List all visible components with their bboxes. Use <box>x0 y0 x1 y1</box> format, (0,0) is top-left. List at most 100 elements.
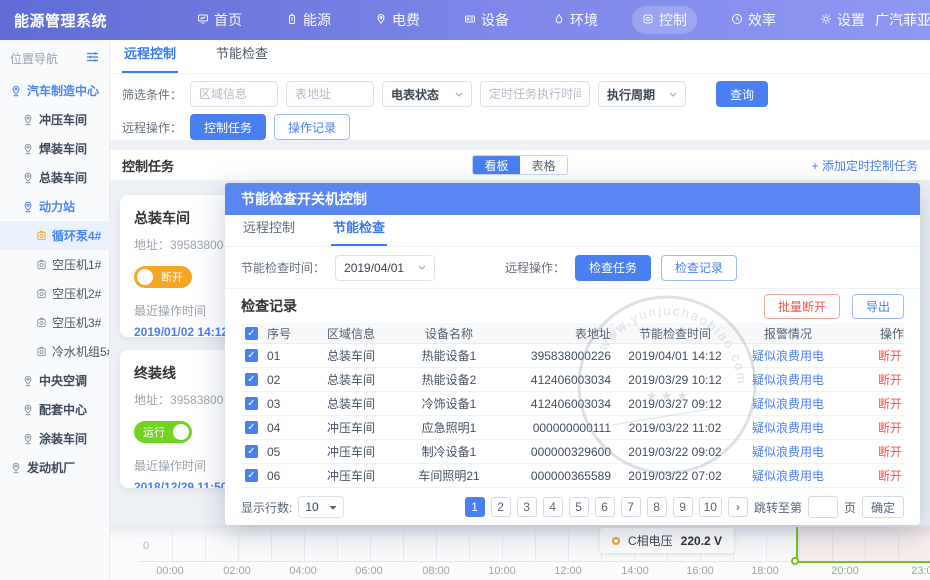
rows-per-page-select[interactable]: 10 <box>298 496 344 518</box>
nav-item-home[interactable]: 首页 <box>187 6 252 34</box>
sidebar-item-compressor-3[interactable]: 空压机3# <box>0 308 109 337</box>
modal-remote-label: 远程操作： <box>505 259 565 276</box>
pagination: 显示行数: 10 1 2 3 4 5 6 7 8 9 10 › 跳转至第 页 确… <box>225 489 920 525</box>
disconnect-action[interactable]: 断开 <box>837 371 904 388</box>
page-button-2[interactable]: 2 <box>491 497 511 517</box>
sidebar-item-engine-plant[interactable]: 发动机厂 <box>0 453 109 482</box>
page-button-7[interactable]: 7 <box>621 497 641 517</box>
row-checkbox[interactable]: ✓ <box>245 445 258 458</box>
page-button-5[interactable]: 5 <box>569 497 589 517</box>
op-record-button[interactable]: 操作记录 <box>274 114 350 140</box>
task-time-input[interactable] <box>480 81 590 107</box>
series-marker-icon <box>612 537 620 545</box>
main-nav: 首页 能源 电费 设备 环境 控制 <box>187 6 875 34</box>
settings-icon <box>820 12 832 28</box>
jump-suffix: 页 <box>844 499 856 516</box>
check-task-button[interactable]: 检查任务 <box>575 255 651 281</box>
page-button-3[interactable]: 3 <box>517 497 537 517</box>
y-axis-zero: 0 <box>143 540 149 552</box>
board-view-button[interactable]: 看板 <box>473 156 520 174</box>
confirm-button[interactable]: 确定 <box>862 496 904 518</box>
modal-tab-energy[interactable]: 节能检查 <box>331 217 387 246</box>
nav-item-environment[interactable]: 环境 <box>543 6 608 34</box>
navbar-right: 广汽菲亚特 <box>875 10 930 30</box>
disconnect-action[interactable]: 断开 <box>837 419 904 436</box>
period-select[interactable]: 执行周期 <box>598 81 686 107</box>
table-row: ✓02 总装车间 热能设备2 412406003034 2019/03/29 1… <box>241 368 904 392</box>
power-toggle-on[interactable]: 运行 <box>134 421 192 443</box>
x-tick: 10:00 <box>488 565 516 577</box>
disconnect-action[interactable]: 断开 <box>837 347 904 364</box>
sidebar-item-compressor-2[interactable]: 空压机2# <box>0 279 109 308</box>
x-tick: 16:00 <box>686 565 714 577</box>
sidebar-item-welding[interactable]: 焊装车间 <box>0 134 109 163</box>
nav-item-control[interactable]: 控制 <box>632 6 697 34</box>
alarm-link[interactable]: 疑似浪费用电 <box>739 395 837 412</box>
jump-page-input[interactable] <box>808 496 838 518</box>
meter-status-select[interactable]: 电表状态 <box>382 81 472 107</box>
page-button-8[interactable]: 8 <box>647 497 667 517</box>
sidebar-item-stamping[interactable]: 冲压车间 <box>0 105 109 134</box>
nav-item-electricity-fee[interactable]: 电费 <box>365 6 430 34</box>
disconnect-action[interactable]: 断开 <box>837 467 904 484</box>
page-button-6[interactable]: 6 <box>595 497 615 517</box>
sidebar-item-circulation-pump-4[interactable]: 循环泵4# <box>0 221 109 250</box>
select-all-checkbox[interactable]: ✓ <box>245 327 258 340</box>
sidebar-item-factory-center[interactable]: 汽车制造中心 <box>0 76 109 105</box>
tab-remote-control[interactable]: 远程控制 <box>122 43 178 73</box>
sidebar-item-support-center[interactable]: 配套中心 <box>0 395 109 424</box>
top-block: 远程控制 节能检查 筛选条件： 电表状态 执行周期 查询 远程操作： 控制任务 … <box>110 40 930 140</box>
table-view-button[interactable]: 表格 <box>520 156 567 174</box>
alarm-link[interactable]: 疑似浪费用电 <box>739 443 837 460</box>
add-scheduled-task-link[interactable]: + 添加定时控制任务 <box>568 157 918 174</box>
tenant-dropdown[interactable]: 广汽菲亚特 <box>875 10 930 30</box>
page-button-9[interactable]: 9 <box>673 497 693 517</box>
batch-disconnect-button[interactable]: 批量断开 <box>764 294 840 319</box>
nav-item-efficiency[interactable]: 效率 <box>721 6 786 34</box>
sidebar-item-compressor-1[interactable]: 空压机1# <box>0 250 109 279</box>
page-button-4[interactable]: 4 <box>543 497 563 517</box>
row-checkbox[interactable]: ✓ <box>245 469 258 482</box>
area-info-input[interactable] <box>190 81 278 107</box>
sidebar-item-assembly[interactable]: 总装车间 <box>0 163 109 192</box>
disconnect-action[interactable]: 断开 <box>837 395 904 412</box>
electricity-fee-icon <box>375 12 387 28</box>
query-button[interactable]: 查询 <box>716 81 768 107</box>
sidebar-item-painting[interactable]: 涂装车间 <box>0 424 109 453</box>
alarm-link[interactable]: 疑似浪费用电 <box>739 419 837 436</box>
export-button[interactable]: 导出 <box>852 294 904 319</box>
page-button-1[interactable]: 1 <box>465 497 485 517</box>
sidebar-item-central-ac[interactable]: 中央空调 <box>0 366 109 395</box>
row-checkbox[interactable]: ✓ <box>245 421 258 434</box>
row-checkbox[interactable]: ✓ <box>245 373 258 386</box>
x-tick: 04:00 <box>289 565 317 577</box>
check-date-select[interactable]: 2019/04/01 <box>335 255 435 281</box>
tab-energy-check[interactable]: 节能检查 <box>214 43 270 73</box>
check-record-button[interactable]: 检查记录 <box>661 255 737 281</box>
disconnect-action[interactable]: 断开 <box>837 443 904 460</box>
control-task-button[interactable]: 控制任务 <box>190 114 266 140</box>
row-checkbox[interactable]: ✓ <box>245 349 258 362</box>
home-icon <box>197 12 209 28</box>
next-page-button[interactable]: › <box>728 497 748 517</box>
nav-item-energy[interactable]: 能源 <box>276 6 341 34</box>
sidebar-item-chiller-5[interactable]: 冷水机组5# <box>0 337 109 366</box>
modal-tabs: 远程控制 节能检查 <box>225 215 920 247</box>
nav-item-device[interactable]: 设备 <box>454 6 519 34</box>
sidebar-item-power-station[interactable]: 动力站 <box>0 192 109 221</box>
x-tick: 12:00 <box>554 565 582 577</box>
alarm-link[interactable]: 疑似浪费用电 <box>739 371 837 388</box>
tree-filter-icon[interactable] <box>86 51 99 66</box>
location-sidebar: 位置导航 汽车制造中心 冲压车间 焊装车间 总装车间 动力站 循环泵4# 空压机… <box>0 40 110 580</box>
remote-op-label: 远程操作： <box>122 119 182 136</box>
alarm-link[interactable]: 疑似浪费用电 <box>739 347 837 364</box>
meter-address-input[interactable] <box>286 81 374 107</box>
modal-tab-remote[interactable]: 远程控制 <box>241 217 297 246</box>
filter-row: 筛选条件： 电表状态 执行周期 查询 <box>110 74 930 107</box>
page-button-10[interactable]: 10 <box>699 497 722 517</box>
alarm-link[interactable]: 疑似浪费用电 <box>739 467 837 484</box>
row-checkbox[interactable]: ✓ <box>245 397 258 410</box>
chart-alert-region <box>798 527 930 561</box>
nav-item-settings[interactable]: 设置 <box>810 6 875 34</box>
power-toggle-off[interactable]: 断开 <box>134 266 192 288</box>
